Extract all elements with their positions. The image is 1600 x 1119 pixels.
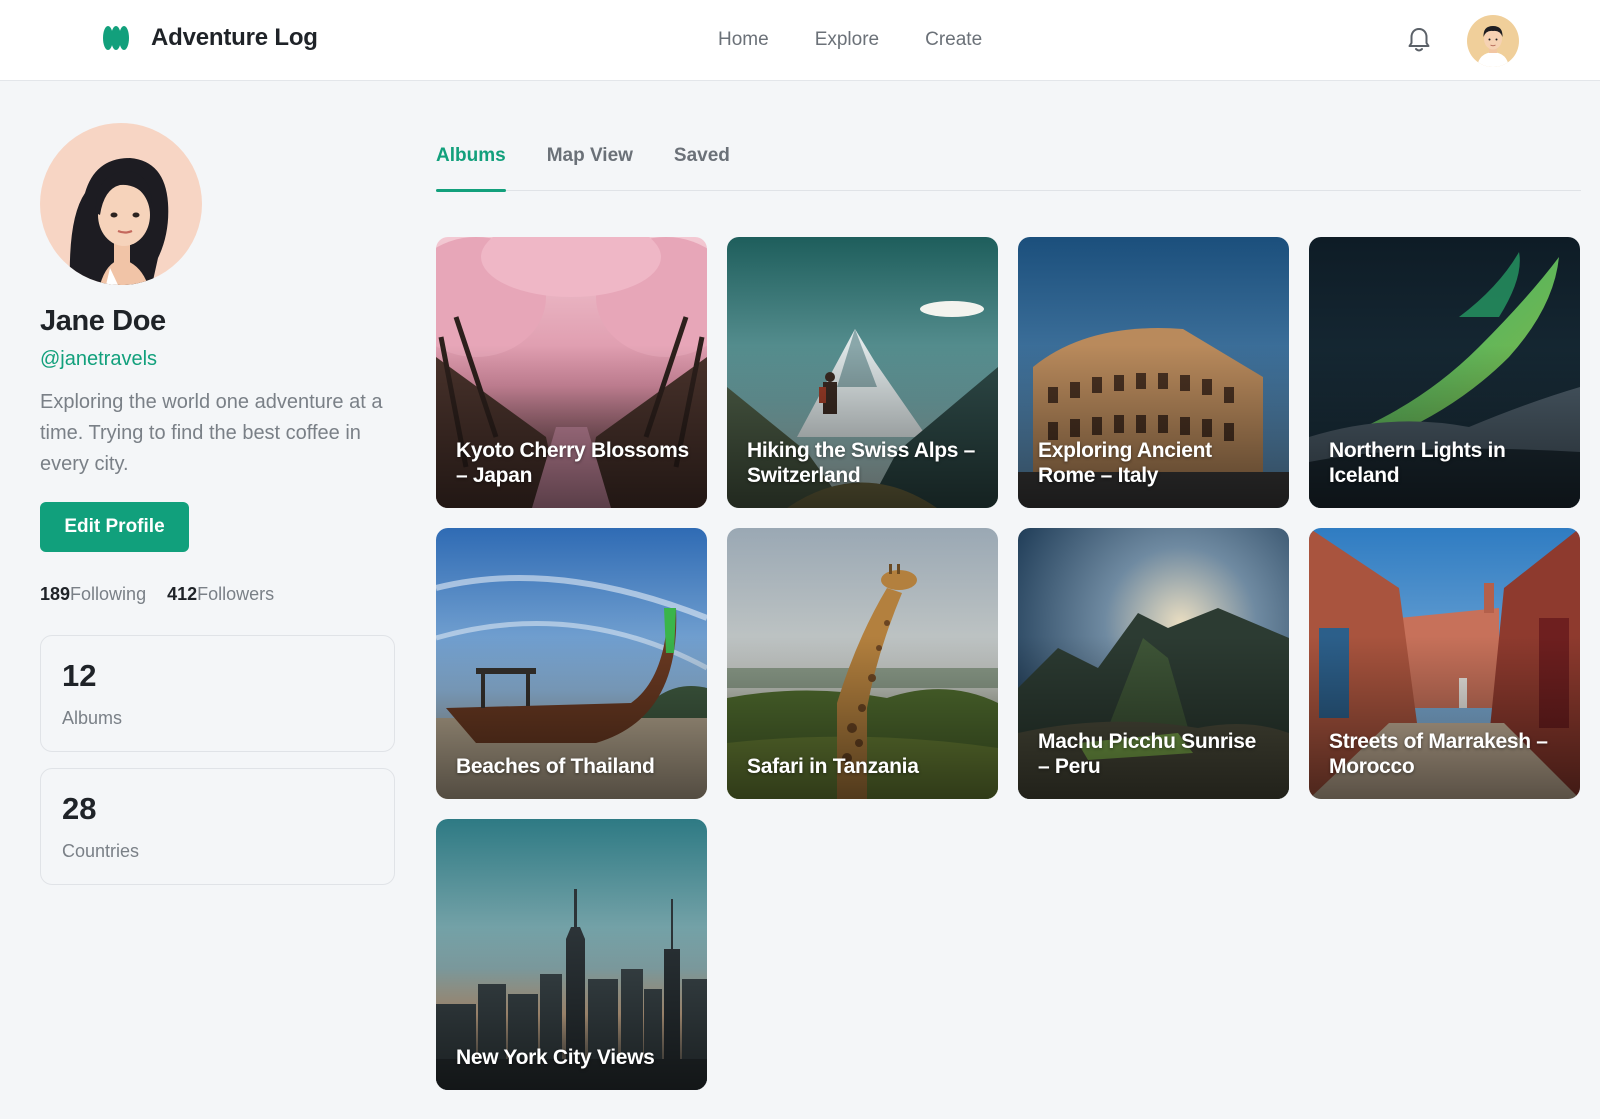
brand[interactable]: Adventure Log <box>102 24 318 52</box>
profile-bio: Exploring the world one adventure at a t… <box>40 391 383 475</box>
top-navigation-bar: Adventure Log Home Explore Create <box>0 0 1600 81</box>
stat-value: 12 <box>62 658 97 693</box>
countries-stat-card: 28 Countries <box>40 768 395 885</box>
profile-handle[interactable]: @janetravels <box>40 348 395 371</box>
content-tabs: Albums Map View Saved <box>436 140 1581 192</box>
album-card[interactable]: Streets of Marrakesh – Morocco <box>1309 528 1580 799</box>
main-nav: Home Explore Create <box>718 29 982 51</box>
album-title: Beaches of Thailand <box>456 755 655 778</box>
album-card[interactable]: New York City Views <box>436 819 707 1090</box>
edit-profile-button[interactable]: Edit Profile <box>40 502 189 552</box>
album-title: Kyoto Cherry Blossoms – Japan <box>456 439 689 487</box>
album-title: Machu Picchu Sunrise – Peru <box>1038 730 1257 778</box>
album-grid: Kyoto Cherry Blossoms – Japan Hiking the… <box>436 237 1581 1090</box>
profile-sidebar: Jane Doe @janetravels Exploring the worl… <box>40 123 395 885</box>
album-card[interactable]: Beaches of Thailand <box>436 528 707 799</box>
tab-map-view[interactable]: Map View <box>547 140 633 191</box>
album-title: Hiking the Swiss Alps – Switzerland <box>747 439 976 487</box>
following-link[interactable]: 189Following <box>40 584 146 605</box>
profile-name: Jane Doe <box>40 305 166 337</box>
album-card[interactable]: Kyoto Cherry Blossoms – Japan <box>436 237 707 508</box>
bell-icon[interactable] <box>1404 25 1434 55</box>
following-label: Following <box>70 584 147 604</box>
user-avatar[interactable] <box>1467 15 1519 67</box>
nav-create-link[interactable]: Create <box>925 29 982 51</box>
album-title: Exploring Ancient Rome – Italy <box>1038 439 1212 487</box>
followers-label: Followers <box>197 584 275 604</box>
nav-home-link[interactable]: Home <box>718 29 769 51</box>
tab-albums[interactable]: Albums <box>436 140 506 192</box>
follow-stats: 189Following 412Followers <box>40 584 395 605</box>
following-count: 189 <box>40 584 71 604</box>
app-name: Adventure Log <box>151 24 318 51</box>
album-title: Northern Lights in Iceland <box>1329 439 1506 487</box>
stat-label: Albums <box>62 708 123 728</box>
album-card[interactable]: Machu Picchu Sunrise – Peru <box>1018 528 1289 799</box>
tab-saved[interactable]: Saved <box>674 140 730 191</box>
followers-count: 412 <box>167 584 198 604</box>
profile-avatar <box>40 123 202 285</box>
album-card[interactable]: Safari in Tanzania <box>727 528 998 799</box>
followers-link[interactable]: 412Followers <box>167 584 274 605</box>
stat-label: Countries <box>62 841 140 861</box>
nav-explore-link[interactable]: Explore <box>815 29 879 51</box>
albums-stat-card: 12 Albums <box>40 635 395 752</box>
album-card[interactable]: Exploring Ancient Rome – Italy <box>1018 237 1289 508</box>
album-title: Safari in Tanzania <box>747 755 919 778</box>
album-title: Streets of Marrakesh – Morocco <box>1329 730 1548 778</box>
album-card[interactable]: Northern Lights in Iceland <box>1309 237 1580 508</box>
album-card[interactable]: Hiking the Swiss Alps – Switzerland <box>727 237 998 508</box>
brand-logo-icon <box>103 26 129 50</box>
album-title: New York City Views <box>456 1046 655 1069</box>
stat-value: 28 <box>62 791 97 826</box>
